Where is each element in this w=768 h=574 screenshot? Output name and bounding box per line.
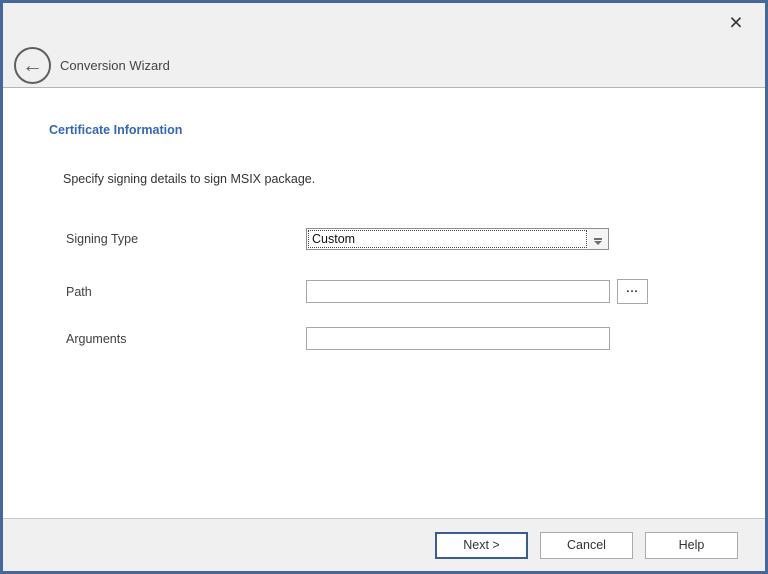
cancel-button[interactable]: Cancel (540, 532, 633, 559)
back-button[interactable]: ← (14, 47, 51, 84)
dialog-footer: Next > Cancel Help (3, 518, 765, 571)
dropdown-arrow-button[interactable] (588, 229, 608, 249)
close-icon[interactable]: × (719, 6, 753, 38)
signing-type-label: Signing Type (66, 228, 138, 250)
chevron-down-icon (594, 238, 602, 240)
help-button[interactable]: Help (645, 532, 738, 559)
dialog-header: × ← Conversion Wizard (3, 3, 765, 88)
page-title: Certificate Information (49, 123, 182, 137)
arguments-input[interactable] (306, 327, 610, 350)
path-input[interactable] (306, 280, 610, 303)
conversion-wizard-dialog: × ← Conversion Wizard Certificate Inform… (0, 0, 768, 574)
signing-type-selected-value: Custom (308, 230, 587, 248)
wizard-title: Conversion Wizard (60, 58, 170, 73)
browse-button[interactable]: ... (617, 279, 648, 304)
signing-type-dropdown[interactable]: Custom (306, 228, 609, 250)
arguments-label: Arguments (66, 328, 126, 350)
page-description: Specify signing details to sign MSIX pac… (63, 172, 315, 186)
path-label: Path (66, 281, 92, 303)
next-button[interactable]: Next > (435, 532, 528, 559)
back-arrow-icon: ← (22, 55, 43, 76)
